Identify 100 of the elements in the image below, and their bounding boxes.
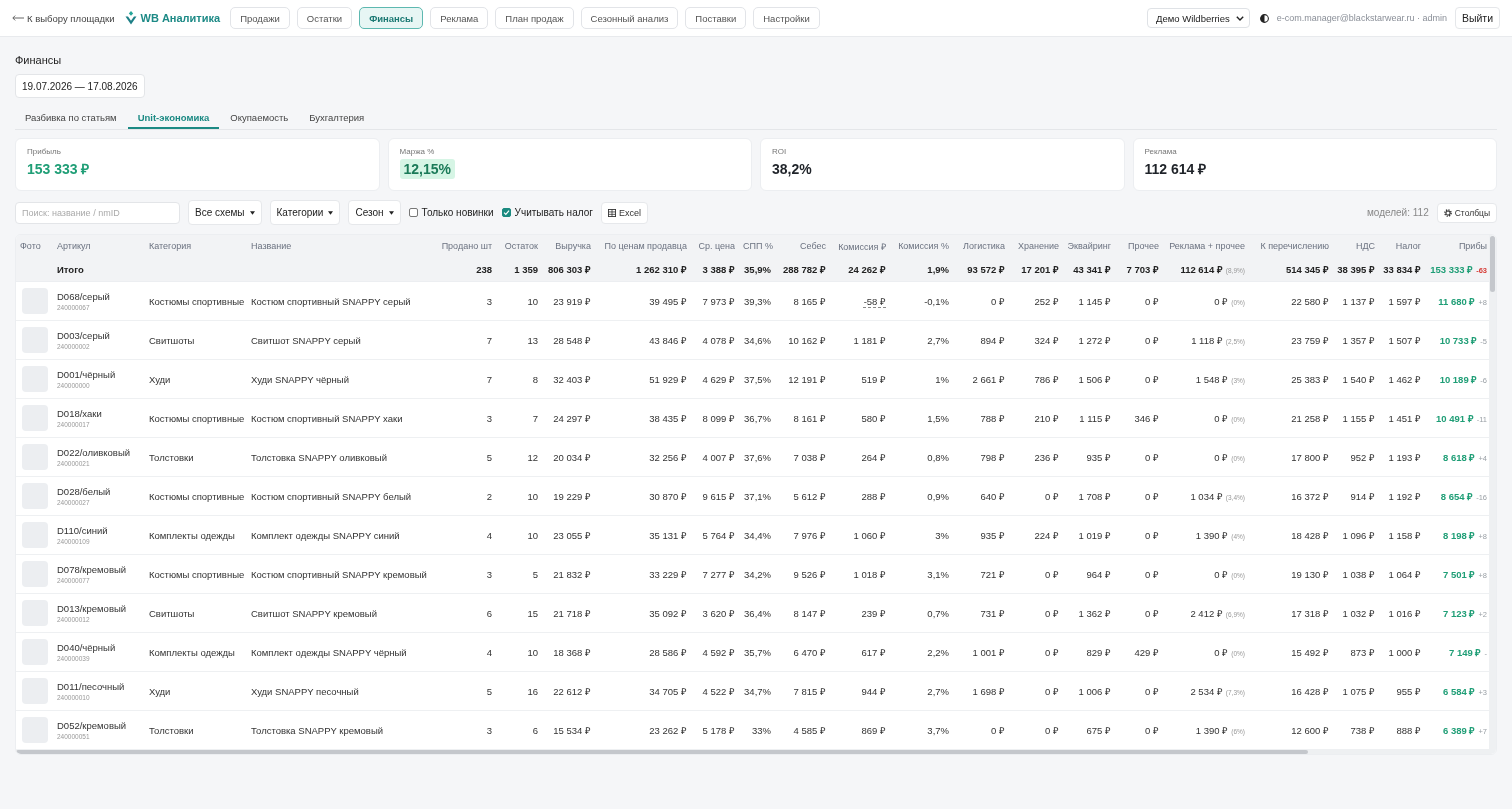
table-cell: 1 357 ₽ [1333, 321, 1379, 360]
ad-spend-value: 1 118 ₽ [1191, 334, 1223, 346]
table-cell: 1 540 ₽ [1333, 360, 1379, 399]
table-cell: 34,7% [739, 672, 775, 711]
table-cell: 5 [433, 672, 496, 711]
table-cell: 22 580 ₽ [1249, 282, 1333, 321]
article-code: D018/хаки [57, 408, 103, 419]
date-range-button[interactable]: 19.07.2026 — 17.08.2026 [15, 74, 145, 98]
table-cell: 0 ₽ [1009, 594, 1063, 633]
table-cell: 25 383 ₽ [1249, 360, 1333, 399]
nav-button[interactable]: Продажи [230, 7, 290, 29]
dropdown-button[interactable]: Сезон [348, 200, 401, 225]
table-cell: 19 229 ₽ [542, 477, 595, 516]
article-code: D028/белый [57, 486, 112, 497]
table-cell: Костюмы спортивные [145, 399, 247, 438]
search-field[interactable]: Поиск: название / nmID [15, 201, 180, 224]
excel-export-button[interactable]: Excel [600, 201, 648, 224]
tab[interactable]: Окупаемость [220, 107, 299, 129]
table-cell: 33 229 ₽ [595, 555, 691, 594]
column-header: Комиссия ₽ [837, 240, 887, 254]
table-cell: 8 165 ₽ [775, 282, 830, 321]
nav-button[interactable]: Сезонный анализ [580, 7, 679, 29]
table-cell: 1 158 ₽ [1379, 516, 1425, 555]
table-cell: 1 115 ₽ [1063, 399, 1115, 438]
table-cell: 238 [433, 257, 496, 282]
contrast-icon[interactable] [1259, 13, 1269, 23]
table-cell: 17 800 ₽ [1249, 438, 1333, 477]
nav-button[interactable]: Финансы [359, 7, 424, 29]
table-cell: 30 870 ₽ [595, 477, 691, 516]
logo-icon [124, 11, 137, 25]
column-header: По ценам продавца [603, 240, 688, 253]
table-cell: 21 718 ₽ [542, 594, 595, 633]
table-cell: 4 007 ₽ [691, 438, 739, 477]
table-cell: 23 055 ₽ [542, 516, 595, 555]
dropdown-button[interactable]: Все схемы [188, 200, 262, 225]
table-cell: 580 ₽ [830, 399, 890, 438]
table-cell: Худи SNAPPY чёрный [247, 360, 433, 399]
scrollbar-thumb[interactable] [1490, 236, 1495, 292]
table-cell: 721 ₽ [953, 555, 1009, 594]
column-header: Фото [19, 240, 42, 253]
profit-value: 10 189 ₽ [1439, 373, 1478, 385]
table-cell: 4 [433, 516, 496, 555]
table-cell: 7 038 ₽ [775, 438, 830, 477]
table-cell: 20 034 ₽ [542, 438, 595, 477]
table-cell: 1 001 ₽ [953, 633, 1009, 672]
nav-button[interactable]: Поставки [685, 7, 747, 29]
table-cell: 37,6% [739, 438, 775, 477]
table-cell: 5 [433, 438, 496, 477]
nav-button[interactable]: План продаж [495, 7, 574, 29]
logout-button[interactable]: Выйти [1454, 7, 1500, 29]
tab[interactable]: Unit-экономика [127, 107, 220, 129]
table-cell: 32 403 ₽ [542, 360, 595, 399]
table-cell: 0 ₽ [1115, 594, 1163, 633]
nav-button[interactable]: Настройки [753, 7, 820, 29]
column-header: Реклама + прочее [1168, 240, 1246, 253]
table-cell: 10 162 ₽ [775, 321, 830, 360]
profit-value: 10 491 ₽ [1436, 412, 1474, 424]
table-cell: Костюмы спортивные [145, 477, 247, 516]
table-cell: 0 ₽ [1115, 360, 1163, 399]
table-cell: 4 [433, 633, 496, 672]
table-cell: 23 759 ₽ [1249, 321, 1333, 360]
back-link[interactable]: К выбору площадки [12, 12, 115, 24]
table-cell: 324 ₽ [1009, 321, 1063, 360]
nav-button[interactable]: Остатки [296, 7, 353, 29]
table-cell: 35 092 ₽ [595, 594, 691, 633]
ad-spend-value: 0 ₽ [1214, 412, 1229, 424]
column-header: Логистика [962, 240, 1006, 253]
table-cell: 23 919 ₽ [542, 282, 595, 321]
columns-button[interactable]: Столбцы [1436, 202, 1497, 223]
table-cell: 288 ₽ [830, 477, 890, 516]
table-cell: 3 [433, 282, 496, 321]
table-cell: 3 [433, 555, 496, 594]
table-cell: 36,7% [739, 399, 775, 438]
table-cell: 236 ₽ [1009, 438, 1063, 477]
table-cell: 38 395 ₽ [1333, 257, 1379, 282]
nav-button[interactable]: Реклама [430, 7, 489, 29]
vertical-scrollbar[interactable] [1489, 235, 1496, 750]
store-select[interactable]: Демо Wildberries [1147, 8, 1250, 28]
checkbox[interactable] [501, 208, 511, 217]
table-cell: 2 661 ₽ [953, 360, 1009, 399]
tab[interactable]: Разбивка по статьям [15, 107, 127, 129]
dropdown-button[interactable]: Категории [269, 200, 341, 225]
table-cell: 2,7% [890, 321, 953, 360]
kpi-label: Маржа % [399, 147, 436, 156]
table-cell: 51 929 ₽ [595, 360, 691, 399]
table-cell: 28 586 ₽ [595, 633, 691, 672]
tab[interactable]: Бухгалтерия [299, 107, 375, 129]
table-cell: Худи SNAPPY песочный [247, 672, 433, 711]
table-cell: 35,9% [739, 257, 775, 282]
kpi-label: ROI [772, 147, 788, 156]
table-cell: 3 [433, 399, 496, 438]
table-cell: 914 ₽ [1333, 477, 1379, 516]
table-cell: 18 368 ₽ [542, 633, 595, 672]
checkbox[interactable] [408, 208, 418, 217]
table-cell: 0,8% [890, 438, 953, 477]
table-cell: 16 372 ₽ [1249, 477, 1333, 516]
table-cell: 4 078 ₽ [691, 321, 739, 360]
table-cell: 0,7% [890, 594, 953, 633]
table-cell: 24 262 ₽ [830, 257, 890, 282]
table-cell: 15 [496, 594, 542, 633]
